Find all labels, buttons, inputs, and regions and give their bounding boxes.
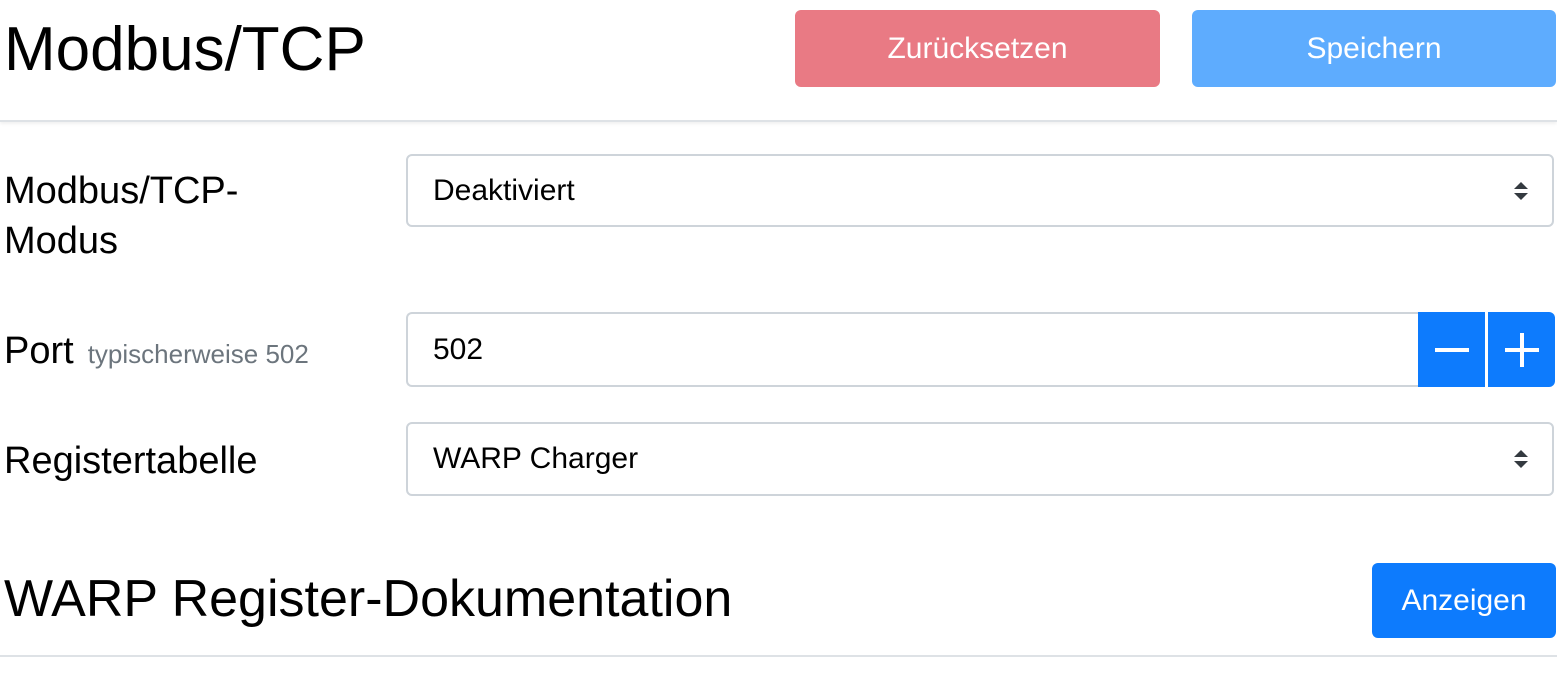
- docs-title: WARP Register-Dokumentation: [4, 570, 733, 628]
- port-hint: typischerweise 502: [87, 339, 309, 369]
- select-arrows-icon: [1514, 181, 1528, 200]
- table-select-value: WARP Charger: [433, 442, 639, 475]
- port-decrement-button[interactable]: [1418, 312, 1485, 387]
- mode-label-line2: Modus: [4, 220, 119, 262]
- modbus-settings-page: Modbus/TCP Zurücksetzen Speichern Modbus…: [0, 0, 1557, 690]
- mode-label: Modbus/TCP- Modus: [4, 166, 238, 266]
- table-select[interactable]: WARP Charger: [406, 422, 1554, 496]
- plus-icon: [1504, 332, 1539, 367]
- page-title: Modbus/TCP: [4, 15, 366, 84]
- mode-label-line1: Modbus/TCP-: [4, 170, 239, 212]
- port-label-text: Port: [4, 330, 74, 372]
- mode-select-value: Deaktiviert: [433, 173, 575, 207]
- port-label: Port typischerweise 502: [4, 326, 309, 379]
- save-button[interactable]: Speichern: [1192, 10, 1556, 87]
- port-input[interactable]: 502: [406, 312, 1418, 387]
- page-header: Modbus/TCP Zurücksetzen Speichern: [0, 0, 1557, 122]
- divider: [0, 655, 1557, 657]
- mode-select[interactable]: Deaktiviert: [406, 154, 1554, 227]
- port-input-value: 502: [433, 332, 484, 366]
- table-label: Registertabelle: [4, 440, 258, 482]
- reset-button[interactable]: Zurücksetzen: [795, 10, 1160, 87]
- minus-icon: [1434, 347, 1469, 352]
- select-arrows-icon: [1514, 450, 1528, 468]
- port-increment-button[interactable]: [1488, 312, 1555, 387]
- show-docs-button[interactable]: Anzeigen: [1372, 563, 1556, 638]
